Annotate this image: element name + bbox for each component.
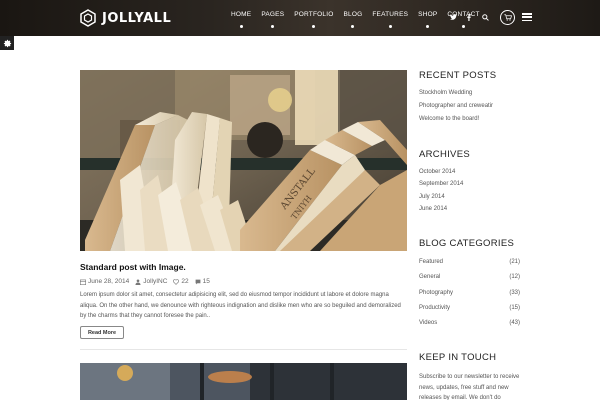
search-icon[interactable] — [478, 10, 492, 24]
nav-dot — [388, 25, 392, 28]
post-likes-count: 22 — [181, 278, 189, 285]
nav-blog-label: BLOG — [343, 11, 363, 18]
post-meta: June 28, 2014 JollyINC 22 15 — [80, 278, 216, 285]
category-count: (12) — [509, 274, 520, 280]
settings-gear-icon[interactable] — [0, 36, 14, 50]
category-count: (21) — [509, 259, 520, 265]
notebooks-photo: ANSTALL TNIYH — [80, 70, 407, 251]
post-title[interactable]: Standard post with Image. — [80, 262, 186, 272]
recent-post-link[interactable]: Stockholm Wedding — [419, 90, 472, 96]
category-count: (15) — [509, 305, 520, 311]
read-more-button[interactable]: Read More — [80, 326, 124, 339]
logo-text: JOLLYALL — [102, 10, 172, 26]
category-name: Photography — [419, 290, 454, 296]
post-excerpt: Lorem ipsum dolor sit amet, consectetur … — [80, 292, 401, 319]
cafe-photo — [80, 363, 407, 400]
nav-shop-label: SHOP — [418, 11, 438, 18]
recent-post-link[interactable]: Photographer and creweatir — [419, 103, 493, 109]
nav-home-label: HOME — [231, 11, 252, 18]
cart-icon[interactable] — [500, 9, 515, 25]
top-navigation-bar: JOLLYALL HOME PAGES PORTFOLIO BLOG FEATU… — [0, 0, 600, 36]
header-icons — [446, 9, 532, 25]
nav-pages[interactable]: PAGES — [256, 0, 289, 36]
nav-dot — [239, 25, 243, 28]
second-post-image[interactable] — [80, 363, 407, 400]
category-count: (33) — [509, 290, 520, 296]
heart-icon — [173, 278, 180, 285]
nav-features-label: FEATURES — [372, 11, 409, 18]
nav-pages-label: PAGES — [261, 11, 285, 18]
archive-link[interactable]: October 2014 — [419, 169, 455, 175]
recent-post-link[interactable]: Welcome to the board! — [419, 116, 479, 122]
hexagon-logo-icon — [80, 9, 96, 27]
post-date: June 28, 2014 — [80, 278, 129, 285]
archive-link[interactable]: July 2014 — [419, 194, 445, 200]
nav-features[interactable]: FEATURES — [367, 0, 413, 36]
category-row[interactable]: Videos (43) — [419, 320, 520, 326]
nav-dot — [271, 25, 275, 28]
post-author[interactable]: JollyINC — [135, 278, 167, 285]
category-row[interactable]: Featured (21) — [419, 259, 520, 265]
category-name: Productivity — [419, 305, 451, 311]
category-name: Videos — [419, 320, 438, 326]
post-comments[interactable]: 15 — [195, 278, 210, 285]
category-row[interactable]: Photography (33) — [419, 290, 520, 296]
nav-home[interactable]: HOME — [226, 0, 256, 36]
nav-blog[interactable]: BLOG — [338, 0, 367, 36]
recent-posts-title: RECENT POSTS — [419, 70, 497, 81]
facebook-icon[interactable] — [462, 10, 476, 24]
newsletter-text: Subscribe to our newsletter to receive n… — [419, 374, 520, 400]
post-divider — [80, 349, 407, 350]
nav-dot — [351, 25, 355, 28]
category-row[interactable]: Productivity (15) — [419, 305, 520, 311]
nav-dot — [462, 25, 466, 28]
blog-categories-title: BLOG CATEGORIES — [419, 238, 515, 249]
category-count: (43) — [509, 320, 520, 326]
archive-link[interactable]: September 2014 — [419, 181, 463, 187]
keep-in-touch-title: KEEP IN TOUCH — [419, 352, 497, 363]
menu-icon[interactable] — [522, 13, 532, 21]
archives-title: ARCHIVES — [419, 149, 470, 160]
nav-portfolio-label: PORTFOLIO — [294, 11, 334, 18]
archive-link[interactable]: June 2014 — [419, 206, 447, 212]
category-name: General — [419, 274, 441, 280]
category-name: Featured — [419, 259, 444, 265]
post-comments-count: 15 — [202, 278, 210, 285]
site-logo[interactable]: JOLLYALL — [80, 7, 171, 29]
nav-shop[interactable]: SHOP — [413, 0, 442, 36]
nav-dot — [312, 25, 316, 28]
post-featured-image[interactable]: ANSTALL TNIYH — [80, 70, 407, 251]
category-row[interactable]: General (12) — [419, 274, 520, 280]
post-date-text: June 28, 2014 — [88, 278, 130, 285]
nav-dot — [426, 25, 430, 28]
twitter-icon[interactable] — [446, 10, 460, 24]
user-icon — [135, 278, 141, 285]
post-author-text: JollyINC — [143, 278, 168, 285]
post-likes[interactable]: 22 — [173, 278, 189, 285]
comment-icon — [195, 279, 201, 284]
nav-portfolio[interactable]: PORTFOLIO — [289, 0, 338, 36]
calendar-icon — [80, 279, 86, 285]
